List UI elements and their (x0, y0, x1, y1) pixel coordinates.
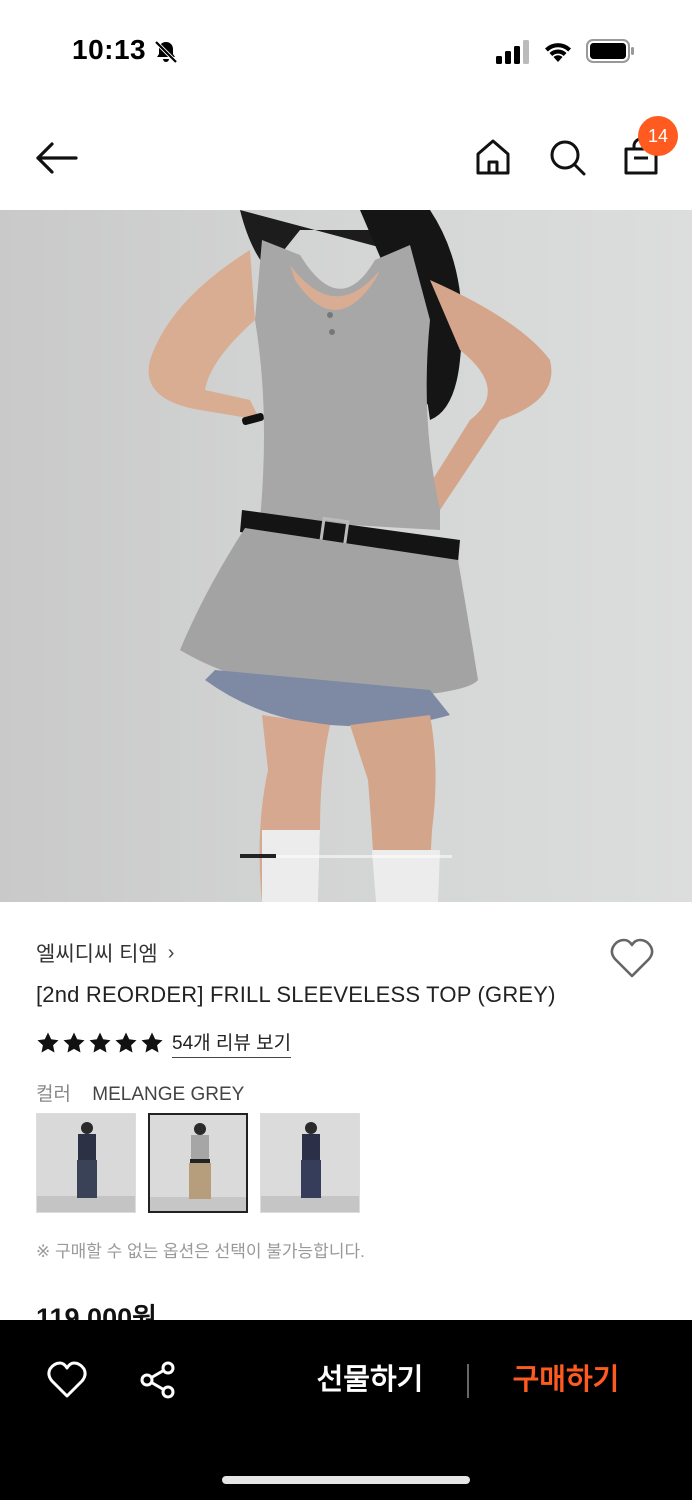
color-row: 컬러 MELANGE GREY (36, 1079, 244, 1106)
divider (467, 1364, 469, 1398)
wifi-icon (545, 43, 571, 62)
heart-icon[interactable] (608, 936, 656, 980)
product-image-carousel[interactable] (0, 210, 692, 902)
color-option-image (150, 1115, 246, 1211)
gift-button[interactable]: 선물하기 (300, 1358, 440, 1402)
star-rating (36, 1031, 164, 1055)
rating-row: 54개 리뷰 보기 (36, 1028, 292, 1058)
color-option-image (37, 1114, 135, 1212)
product-photo (148, 210, 552, 902)
star-icon (141, 1032, 163, 1053)
star-icon (89, 1032, 111, 1053)
color-options (36, 1113, 360, 1213)
star-icon (115, 1032, 137, 1053)
chevron-right-icon: › (167, 941, 175, 964)
signal-icon (496, 40, 529, 64)
carousel-indicator (240, 854, 452, 858)
bell-off-icon (154, 40, 178, 64)
product-title: [2nd REORDER] FRILL SLEEVELESS TOP (GREY… (36, 982, 556, 1007)
option-notice: ※ 구매할 수 없는 옵션은 선택이 불가능합니다. (36, 1242, 365, 1261)
color-option-image (261, 1114, 359, 1212)
home-icon[interactable] (470, 134, 516, 180)
color-option-navy[interactable] (36, 1113, 136, 1213)
star-icon (63, 1032, 85, 1053)
brand-link[interactable]: 엘씨디씨 티엠 › (36, 938, 174, 968)
carousel-indicator-active (240, 854, 276, 858)
color-label: 컬러 (36, 1084, 71, 1105)
bottom-action-bar: 선물하기 구매하기 (0, 1320, 692, 1500)
color-value: MELANGE GREY (92, 1084, 245, 1105)
cart-count-badge: 14 (638, 116, 678, 156)
status-time: 10:13 (72, 34, 147, 65)
search-icon[interactable] (544, 134, 590, 180)
home-indicator (222, 1476, 470, 1484)
color-option-melange-grey[interactable] (148, 1113, 248, 1213)
color-option-navy-2[interactable] (260, 1113, 360, 1213)
star-icon (37, 1032, 59, 1053)
heart-icon[interactable] (46, 1360, 88, 1400)
battery-icon (586, 39, 634, 63)
status-bar: 10:13 (0, 0, 692, 100)
back-arrow-icon[interactable] (30, 136, 82, 180)
top-nav-bar (0, 100, 692, 210)
brand-name: 엘씨디씨 티엠 (36, 943, 158, 966)
review-link[interactable]: 54개 리뷰 보기 (172, 1028, 292, 1058)
buy-button[interactable]: 구매하기 (496, 1358, 636, 1402)
share-icon[interactable] (138, 1360, 178, 1400)
